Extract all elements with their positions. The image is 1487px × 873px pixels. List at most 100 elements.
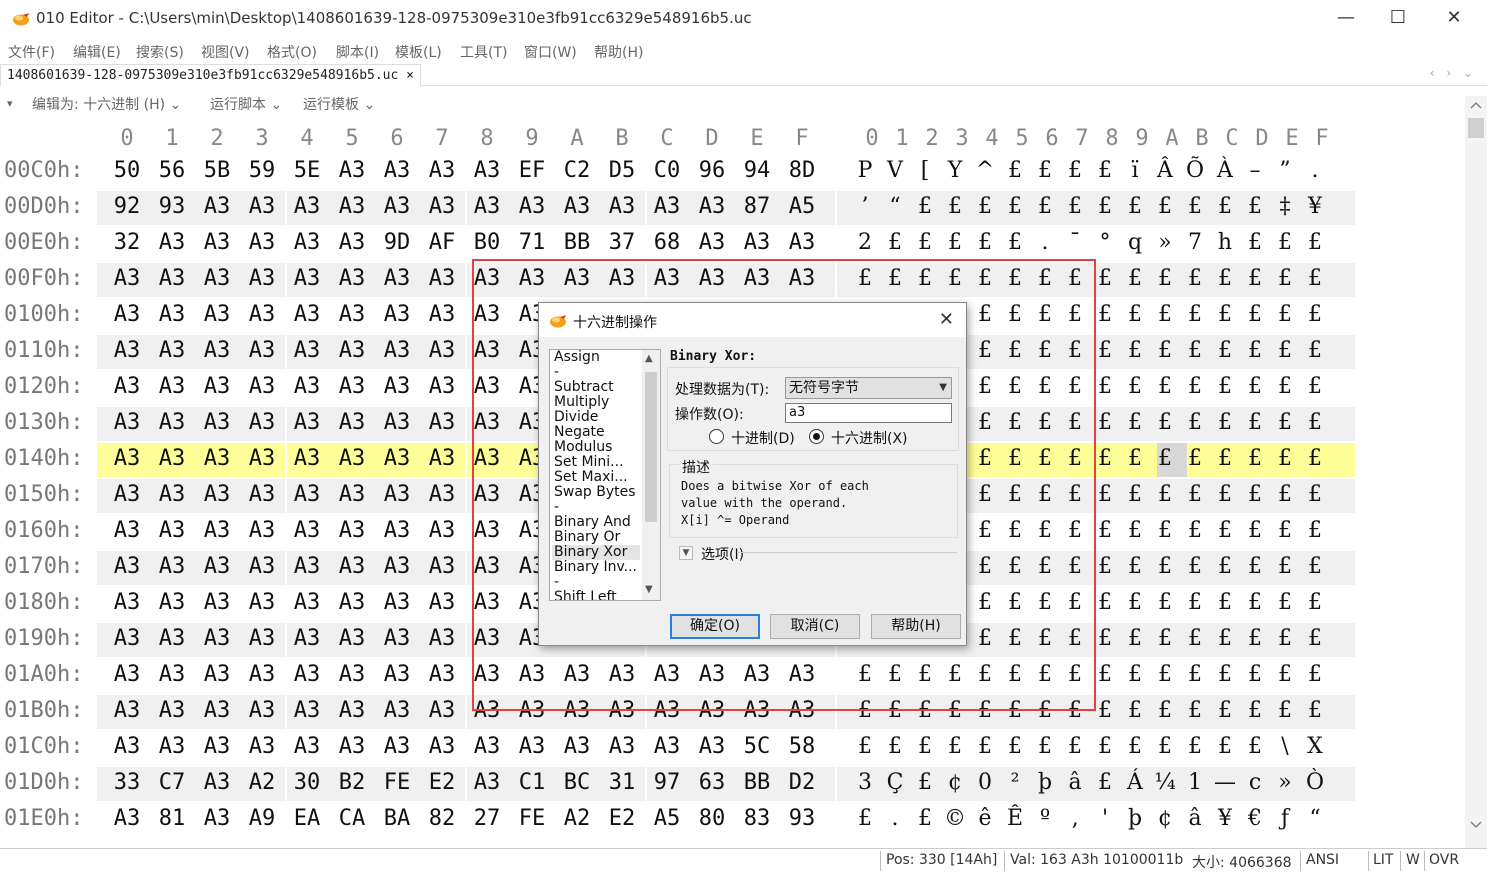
ascii-char[interactable]: £ (1270, 266, 1300, 291)
ascii-char[interactable]: £ (1300, 626, 1330, 651)
minimize-button[interactable]: — (1320, 0, 1372, 38)
ascii-char[interactable]: £ (1090, 446, 1120, 471)
ascii-char[interactable]: £ (1210, 698, 1240, 723)
ascii-char[interactable]: £ (1000, 194, 1030, 219)
hex-byte[interactable]: A3 (645, 194, 689, 219)
hex-byte[interactable]: A3 (510, 266, 554, 291)
hex-byte[interactable]: A3 (330, 374, 374, 399)
hex-byte[interactable]: A3 (150, 302, 194, 327)
menu-file[interactable]: 文件(F) (8, 42, 55, 62)
ascii-char[interactable]: £ (1240, 374, 1270, 399)
hex-row[interactable]: 01D0h: 33 C7 A3 A2 30 B2 FE E2 A3 C1 BC 31 97 63 BB D2 3 Ç… (0, 766, 1465, 802)
hex-byte[interactable]: A3 (465, 626, 509, 651)
hex-byte[interactable]: A3 (195, 266, 239, 291)
hex-byte[interactable]: A3 (195, 374, 239, 399)
hex-byte[interactable]: A3 (105, 446, 149, 471)
ascii-char[interactable]: £ (1210, 302, 1240, 327)
hex-byte[interactable]: 63 (690, 770, 734, 795)
hex-row[interactable]: 01A0h: A3 A3 A3 A3 A3 A3 A3 A3 A3 A3 A3 A3 A3 A3 A3 A3 £ £… (0, 658, 1465, 694)
hex-byte[interactable]: A3 (150, 554, 194, 579)
ascii-char[interactable]: £ (1120, 194, 1150, 219)
ascii-char[interactable]: £ (1150, 302, 1180, 327)
tab-scroll-arrows-icon[interactable]: ‹ › ⌄ (1430, 66, 1477, 80)
ascii-char[interactable]: ¼ (1150, 770, 1180, 795)
hex-byte[interactable]: FE (375, 770, 419, 795)
ascii-char[interactable]: £ (1120, 374, 1150, 399)
ascii-char[interactable]: \ (1270, 734, 1300, 759)
ascii-char[interactable]: £ (970, 734, 1000, 759)
ascii-char[interactable]: £ (1210, 518, 1240, 543)
ascii-char[interactable]: £ (1090, 698, 1120, 723)
hex-byte[interactable]: 94 (735, 158, 779, 183)
ascii-char[interactable]: £ (970, 302, 1000, 327)
hex-byte[interactable]: A3 (330, 662, 374, 687)
tab-file[interactable]: 1408601639-128-0975309e310e3fb91cc6329e5… (0, 64, 421, 86)
ascii-char[interactable]: £ (1210, 626, 1240, 651)
hex-byte[interactable]: A3 (195, 734, 239, 759)
ascii-char[interactable]: — (1210, 770, 1240, 795)
operation-list-item[interactable]: Binary Inv... (554, 560, 637, 575)
ascii-char[interactable]: £ (1030, 734, 1060, 759)
hex-byte[interactable]: 32 (105, 230, 149, 255)
ascii-char[interactable]: £ (880, 662, 910, 687)
ascii-char[interactable]: £ (850, 806, 880, 831)
ascii-char[interactable]: £ (1120, 338, 1150, 363)
hex-byte[interactable]: A3 (330, 698, 374, 723)
hex-byte[interactable]: 8D (780, 158, 824, 183)
ascii-char[interactable]: £ (910, 734, 940, 759)
edit-as-dropdown[interactable]: 编辑为: 十六进制 (H) ⌄ (32, 94, 181, 114)
ascii-char[interactable]: £ (1060, 302, 1090, 327)
ascii-char[interactable]: £ (910, 806, 940, 831)
hex-byte[interactable]: A3 (600, 734, 644, 759)
ascii-char[interactable]: £ (1180, 482, 1210, 507)
hex-byte[interactable]: A3 (195, 662, 239, 687)
ascii-char[interactable]: £ (1240, 266, 1270, 291)
ascii-char[interactable]: £ (1240, 446, 1270, 471)
hex-byte[interactable]: C0 (645, 158, 689, 183)
ascii-char[interactable]: £ (1000, 410, 1030, 435)
ascii-char[interactable]: £ (1090, 266, 1120, 291)
ascii-char[interactable]: V (880, 158, 910, 183)
hex-byte[interactable]: FE (510, 806, 554, 831)
hex-byte[interactable]: A3 (240, 446, 284, 471)
ascii-char[interactable]: £ (940, 194, 970, 219)
ascii-char[interactable]: ^ (970, 158, 1000, 183)
menu-edit[interactable]: 编辑(E) (73, 42, 121, 62)
ascii-char[interactable]: £ (1180, 662, 1210, 687)
ascii-char[interactable]: £ (880, 230, 910, 255)
ascii-char[interactable]: £ (1120, 662, 1150, 687)
hex-byte[interactable]: A3 (240, 302, 284, 327)
hex-byte[interactable]: A3 (285, 518, 329, 543)
hex-byte[interactable]: A3 (375, 374, 419, 399)
operation-list-item[interactable]: - (554, 575, 559, 590)
operation-list-item[interactable]: Multiply (554, 395, 609, 410)
hex-row[interactable]: 01C0h: A3 A3 A3 A3 A3 A3 A3 A3 A3 A3 A3 A3 A3 A3 5C 58 £ £… (0, 730, 1465, 766)
ascii-char[interactable]: © (940, 806, 970, 831)
ascii-char[interactable]: Ê (1000, 806, 1030, 831)
ascii-char[interactable]: £ (1270, 518, 1300, 543)
ascii-char[interactable]: £ (1030, 590, 1060, 615)
ascii-char[interactable]: £ (1300, 518, 1330, 543)
ascii-char[interactable]: £ (1060, 266, 1090, 291)
ascii-char[interactable]: £ (970, 554, 1000, 579)
hex-byte[interactable]: 5E (285, 158, 329, 183)
hex-byte[interactable]: A3 (555, 662, 599, 687)
hex-byte[interactable]: A3 (240, 374, 284, 399)
ascii-char[interactable]: £ (1090, 302, 1120, 327)
ascii-char[interactable]: £ (1270, 482, 1300, 507)
ascii-char[interactable]: £ (1180, 518, 1210, 543)
ascii-char[interactable]: ¥ (1210, 806, 1240, 831)
hex-byte[interactable]: A3 (420, 194, 464, 219)
hex-byte[interactable]: A3 (285, 374, 329, 399)
ascii-char[interactable]: £ (1060, 554, 1090, 579)
ascii-char[interactable]: £ (1300, 410, 1330, 435)
hex-byte[interactable]: B2 (330, 770, 374, 795)
ascii-char[interactable]: £ (940, 266, 970, 291)
hex-byte[interactable]: 81 (150, 806, 194, 831)
hex-byte[interactable]: A3 (150, 626, 194, 651)
ascii-char[interactable]: £ (1210, 194, 1240, 219)
ascii-char[interactable]: £ (1150, 194, 1180, 219)
operation-list-item[interactable]: - (554, 365, 559, 380)
hex-byte[interactable]: A3 (420, 662, 464, 687)
menu-search[interactable]: 搜索(S) (136, 42, 184, 62)
